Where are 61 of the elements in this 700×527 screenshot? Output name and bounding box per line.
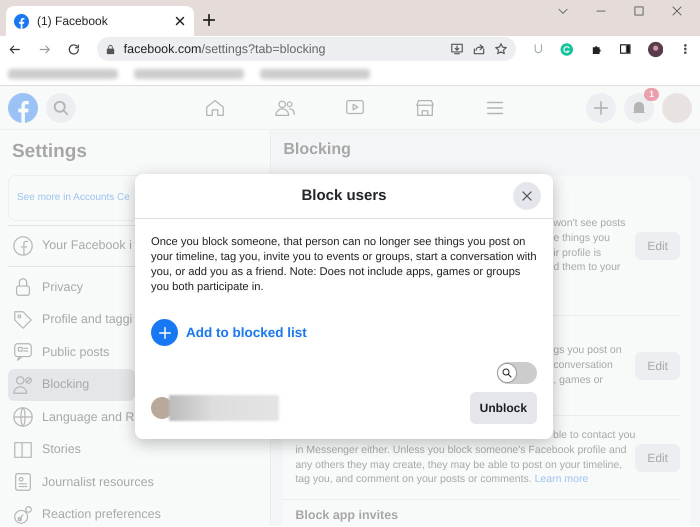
- sidebar-item-icon: [12, 234, 34, 257]
- text-fragment: won't see posts: [553, 216, 626, 231]
- edit-button[interactable]: Edit: [635, 232, 680, 260]
- text-fragment: conversation: [553, 358, 614, 373]
- sidebar-item[interactable]: Stories: [8, 434, 135, 466]
- sidebar-item[interactable]: Language and R: [8, 401, 138, 434]
- sidebar-item[interactable]: Privacy: [8, 271, 135, 304]
- sidebar-item-icon: [12, 504, 34, 526]
- text-fragment: e things you: [553, 230, 611, 246]
- side-panel-icon[interactable]: [619, 42, 632, 56]
- unblock-button[interactable]: Unblock: [470, 392, 537, 424]
- address-bar[interactable]: facebook.com/settings?tab=blocking: [96, 37, 516, 61]
- section-heading: Block app invites: [294, 507, 400, 524]
- text-fragment: d them to your: [553, 260, 622, 275]
- dialog-description: Once you block someone, that person can no longer see things you post on your timeline, tag you, invite you to events or groups, start a conversation with you, or add you as a friend. Note: Does not include apps, games or groups you both participate in.: [151, 235, 537, 296]
- install-icon[interactable]: [450, 42, 464, 56]
- sidebar-item[interactable]: Your Facebook i: [8, 230, 136, 262]
- add-to-blocked-list-link[interactable]: Add to blocked list: [186, 322, 307, 344]
- star-icon[interactable]: [494, 42, 508, 56]
- sidebar-item-icon: [12, 374, 34, 396]
- grammar-g-icon[interactable]: [560, 42, 574, 56]
- new-tab-icon[interactable]: [202, 12, 216, 27]
- text-fragment: gs you post on: [553, 343, 623, 358]
- avatar-icon[interactable]: [648, 40, 664, 58]
- maximize-icon[interactable]: [632, 4, 646, 18]
- u-letter-icon[interactable]: [532, 42, 544, 56]
- sidebar-item-icon: [12, 471, 34, 494]
- close-icon: [520, 189, 534, 203]
- url-text: facebook.com/settings?tab=blocking: [124, 40, 327, 58]
- text-fragment: ir profile is: [553, 246, 602, 260]
- add-button[interactable]: [151, 319, 178, 346]
- facebook-logo-icon: [14, 14, 29, 28]
- sidebar-item[interactable]: Public posts: [8, 336, 135, 368]
- sidebar-item-icon: [12, 406, 34, 428]
- section-description: in Messenger either. Unless you block someone's Facebook profile and any others they may create, they may be able to post on your timeline, tag you, and comment on your posts or comments. Learn more: [295, 442, 628, 487]
- settings-title: Settings: [12, 140, 88, 164]
- notification-badge: 1: [644, 88, 659, 100]
- share-icon[interactable]: [472, 42, 486, 56]
- tab-title: (1) Facebook: [37, 13, 109, 30]
- sidebar-item-icon: [12, 341, 34, 364]
- sidebar-item[interactable]: Reaction preferences: [8, 498, 165, 526]
- sidebar-item-icon: [12, 308, 34, 331]
- close-button[interactable]: [513, 182, 541, 210]
- close-icon[interactable]: [174, 15, 186, 27]
- lock-icon: [104, 44, 116, 54]
- reload-icon[interactable]: [67, 42, 81, 56]
- edit-button[interactable]: Edit: [635, 444, 680, 472]
- search-icon: [501, 367, 513, 380]
- section-title: Blocking: [283, 140, 352, 160]
- text-fragment: , games or: [553, 372, 604, 388]
- browser-tab[interactable]: (1) Facebook: [6, 6, 194, 36]
- plus-icon: [158, 326, 172, 340]
- sidebar-item[interactable]: Journalist resources: [8, 466, 158, 498]
- edit-button[interactable]: Edit: [635, 352, 680, 380]
- text-fragment: ble to contact you: [552, 428, 636, 443]
- search-toggle[interactable]: [497, 362, 537, 384]
- sidebar-item[interactable]: Blocking: [8, 368, 135, 401]
- dialog-title: Block users: [301, 186, 387, 206]
- accounts-center-link[interactable]: See more in Accounts Ce: [17, 190, 130, 205]
- sidebar-item[interactable]: Profile and taggi: [8, 304, 136, 336]
- learn-more-link[interactable]: Learn more: [534, 473, 588, 486]
